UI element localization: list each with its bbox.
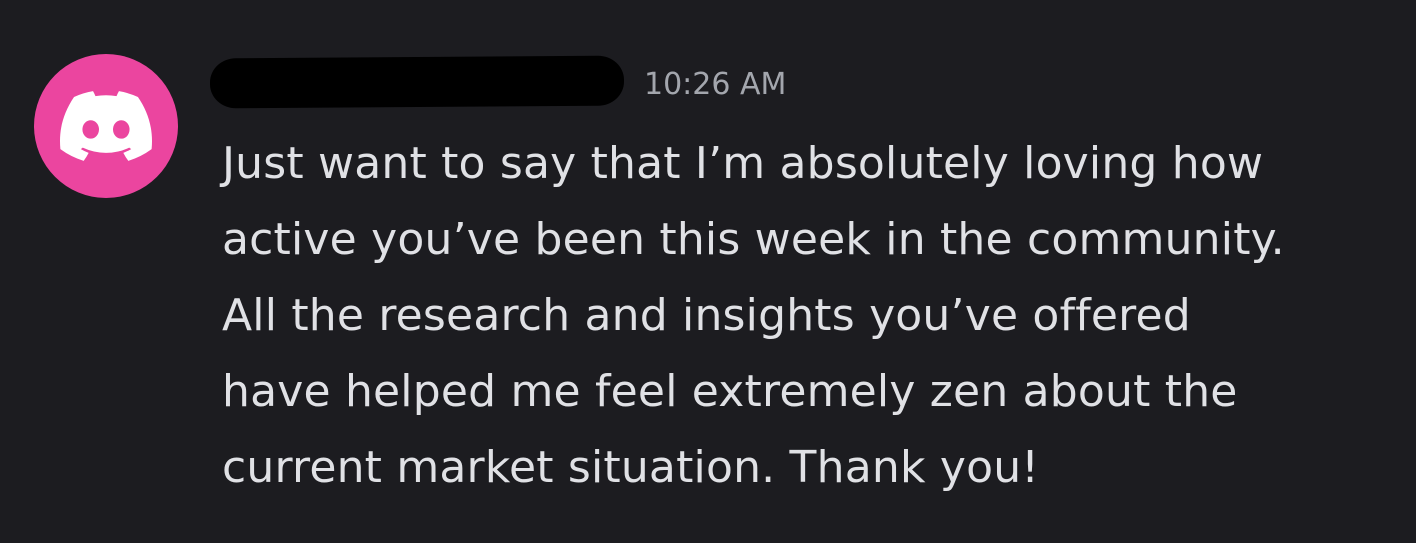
chat-message: 10:26 AM Just want to say that I’m absol…	[0, 0, 1416, 543]
message-header: 10:26 AM	[209, 55, 786, 109]
message-content: Just want to say that I’m absolutely lov…	[222, 126, 1402, 506]
message-timestamp[interactable]: 10:26 AM	[644, 67, 786, 102]
message-line: active you’ve been this week in the comm…	[222, 214, 1285, 265]
author-name-redacted[interactable]	[209, 55, 625, 109]
avatar[interactable]	[34, 54, 178, 198]
message-line: All the research and insights you’ve off…	[222, 290, 1191, 341]
discord-logo-icon	[60, 91, 152, 161]
message-line: Just want to say that I’m absolutely lov…	[222, 138, 1264, 189]
message-line: have helped me feel extremely zen about …	[222, 366, 1238, 417]
message-line: current market situation. Thank you!	[222, 442, 1040, 493]
